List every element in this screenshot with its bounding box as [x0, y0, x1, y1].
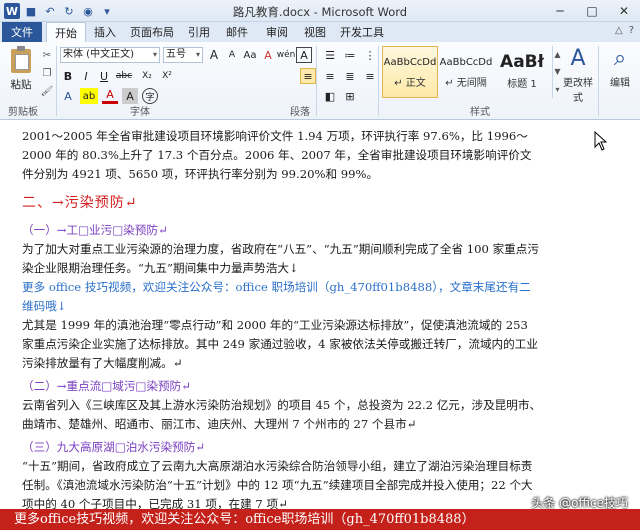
help-icon[interactable]: ? [629, 25, 634, 36]
heading-3: （一）→工□业污□染预防↵ [22, 223, 168, 237]
change-styles-icon: A [570, 46, 586, 71]
char-border-button[interactable]: A [296, 47, 312, 63]
tab-file[interactable]: 文件 [2, 22, 42, 42]
justify-icon[interactable]: ≡ [300, 68, 316, 84]
font-color-button[interactable]: A [102, 88, 118, 104]
copy-icon[interactable]: ❐ [40, 66, 54, 80]
cut-icon[interactable]: ✂ [40, 48, 54, 62]
char-shading-button[interactable]: A [122, 88, 138, 104]
font-size-select[interactable]: 五号 ▾ [163, 47, 203, 63]
format-painter-icon[interactable]: 🖌 [40, 84, 54, 98]
paste-icon [9, 46, 33, 74]
paragraph: 云南省列入《三峡库区及其上游水污染防治规划》的项目 45 个，总投资为 22.2… [22, 398, 542, 431]
paragraph: 尤其是 1999 年的滇池治理“零点行动”和 2000 年的“工业污染源达标排放… [22, 318, 538, 370]
change-case-button[interactable]: Aa [242, 47, 258, 63]
ribbon: 粘贴 ✂ ❐ 🖌 剪贴板 宋体 (中文正文) ▾ 五号 ▾ A A Aa A wén… [0, 42, 640, 120]
shading-icon[interactable]: ◧ [322, 88, 338, 104]
bullets-icon[interactable]: ☰ [322, 47, 338, 63]
tab-references[interactable]: 引用 [184, 22, 214, 42]
subscript-button[interactable]: X₂ [138, 68, 156, 84]
ribbon-collapse-icon[interactable]: △ [615, 25, 623, 36]
tab-page-layout[interactable]: 页面布局 [128, 22, 176, 42]
font-group-label: 字体 [130, 107, 150, 118]
expand-gallery-icon[interactable]: ▾ [555, 85, 559, 94]
mouse-pointer-icon [594, 131, 608, 151]
align-right-icon[interactable]: ≡ [362, 68, 378, 84]
bold-button[interactable]: B [60, 68, 76, 84]
strikethrough-button[interactable]: abc [114, 68, 134, 84]
style-no-spacing[interactable]: AaBbCcDd ↵ 无间隔 [438, 46, 494, 98]
style-normal[interactable]: AaBbCcDd ↵ 正文 [382, 46, 438, 98]
title-bar: W ■ ↶ ↻ ◉ ▾ 路凡教育.docx - Microsoft Word ─… [0, 0, 640, 22]
tab-insert[interactable]: 插入 [88, 22, 122, 42]
clipboard-group-label: 剪贴板 [8, 107, 38, 118]
paragraph: 2001～2005 年全省审批建设项目环境影响评价文件 1.94 万项，环评执行… [22, 129, 532, 181]
align-left-icon[interactable]: ≡ [322, 68, 338, 84]
heading-3: （二）→重点流□域污□染预防↵ [22, 379, 191, 393]
maximize-button[interactable]: □ [576, 0, 608, 22]
close-button[interactable]: ✕ [608, 0, 640, 22]
styles-group-label: 样式 [470, 107, 490, 118]
tab-view[interactable]: 视图 [300, 22, 330, 42]
grow-font-button[interactable]: A [206, 47, 222, 63]
font-family-select[interactable]: 宋体 (中文正文) ▾ [60, 47, 160, 63]
tab-review[interactable]: 审阅 [262, 22, 292, 42]
editing-button[interactable]: ⌕ 编辑 [602, 46, 638, 89]
paragraph-group-label: 段落 [290, 107, 310, 118]
shrink-font-button[interactable]: A [224, 47, 240, 63]
paragraph: 为了加大对重点工业污染源的治理力度，省政府在“八五”、“九五”期间顺利完成了全省… [22, 242, 539, 275]
change-styles-button[interactable]: A 更改样式 [560, 46, 596, 104]
borders-icon[interactable]: ⊞ [342, 88, 358, 104]
minimize-button[interactable]: ─ [544, 0, 576, 22]
tab-home[interactable]: 开始 [46, 22, 86, 42]
tab-mailings[interactable]: 邮件 [222, 22, 252, 42]
align-center-icon[interactable]: ≣ [342, 68, 358, 84]
highlight-button[interactable]: ab [80, 88, 98, 104]
style-heading-1[interactable]: AaBł 标题 1 [494, 46, 550, 98]
enclose-char-button[interactable]: 字 [142, 88, 158, 104]
numbering-icon[interactable]: ≔ [342, 47, 358, 63]
text-effects-button[interactable]: A [60, 88, 76, 104]
phonetic-guide-button[interactable]: wén [277, 47, 296, 63]
heading-3: （三）九大高原湖□泊水污染预防↵ [22, 440, 205, 454]
document-body[interactable]: 2001～2005 年全省审批建设项目环境影响评价文件 1.94 万项，环评执行… [22, 127, 542, 514]
promo-banner: 更多office技巧视频，欢迎关注公众号：office职场培训（gh_470ff… [0, 509, 640, 530]
tab-developer[interactable]: 开发工具 [338, 22, 386, 42]
paragraph: “十五”期间，省政府成立了云南九大高原湖泊水污染综合防治领导小组，建立了湖泊污染… [22, 459, 533, 511]
promo-link[interactable]: 更多 office 技巧视频，欢迎关注公众号：office 职场培训（gh_47… [22, 278, 542, 316]
italic-button[interactable]: I [78, 68, 94, 84]
document-area[interactable]: 2001～2005 年全省审批建设项目环境影响评价文件 1.94 万项，环评执行… [0, 121, 640, 530]
binoculars-icon: ⌕ [613, 46, 627, 71]
heading-2: 二、→污染预防↵ [22, 195, 138, 211]
superscript-button[interactable]: X² [158, 68, 176, 84]
multilevel-list-icon[interactable]: ⋮ [362, 47, 378, 63]
paste-button[interactable]: 粘贴 [6, 46, 36, 100]
underline-button[interactable]: U [96, 68, 112, 84]
clear-format-button[interactable]: A [260, 47, 276, 63]
ribbon-tabs: 文件 开始 插入 页面布局 引用 邮件 审阅 视图 开发工具 △ ? [0, 22, 640, 42]
